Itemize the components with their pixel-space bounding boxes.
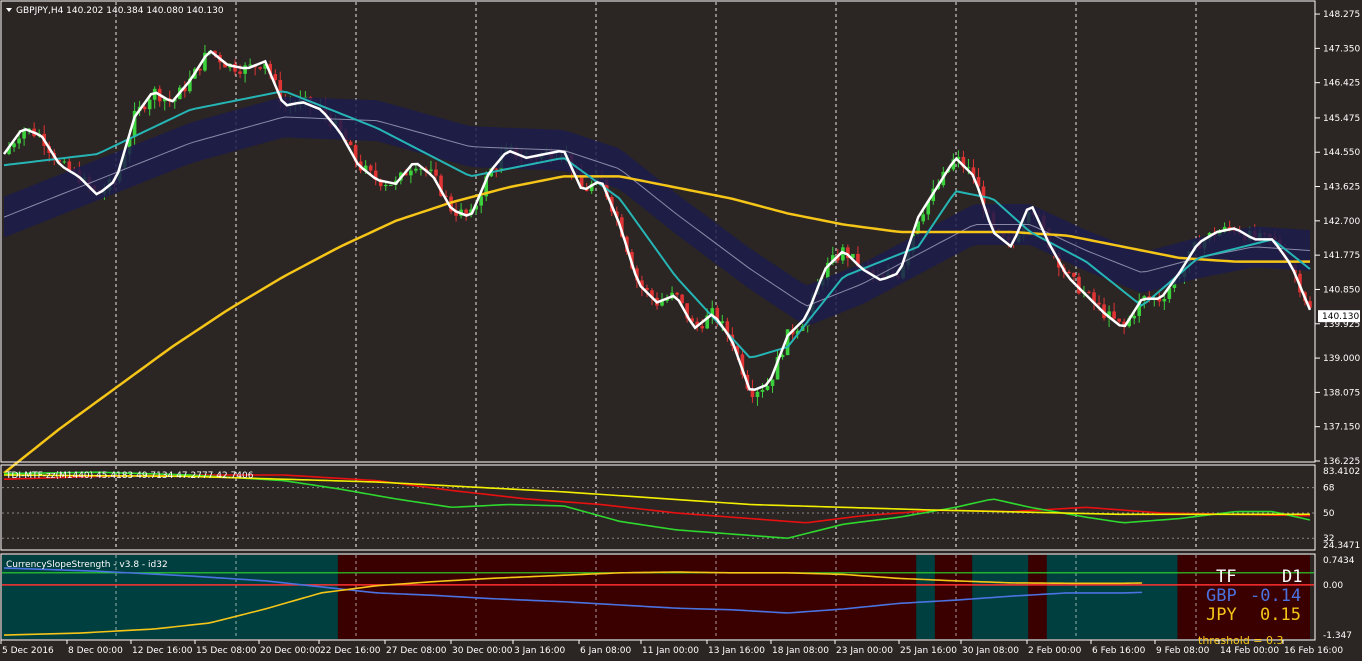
main-ytick-label: 143.625 — [1323, 183, 1360, 193]
css-zone — [1028, 555, 1049, 639]
trading-chart[interactable]: GBPJPY,H4 140.202 140.384 140.080 140.13… — [0, 0, 1362, 661]
current-price-label: 140.130 — [1322, 312, 1359, 322]
candle-body — [700, 326, 705, 329]
tf-value: D1 — [1282, 567, 1302, 587]
candle-body — [765, 385, 770, 390]
candle-body — [248, 64, 252, 66]
candle-body — [434, 169, 438, 176]
candle-body — [414, 168, 418, 171]
candle-body — [1072, 273, 1076, 277]
main-ytick-label: 136.225 — [1323, 457, 1360, 467]
candle-body — [238, 71, 242, 74]
css-title: CurrencySlopeStrength - v3.8 - id32 — [6, 560, 168, 570]
candle-body — [770, 379, 775, 386]
currency-slope-pane[interactable]: CurrencySlopeStrength - v3.8 - id32 0.74… — [0, 553, 1355, 647]
main-ytick-label: 145.475 — [1323, 114, 1360, 124]
candle-body — [1162, 298, 1167, 302]
candle-body — [429, 169, 433, 171]
main-ytick-label: 146.425 — [1323, 79, 1360, 89]
main-ytick-label: 140.850 — [1323, 285, 1360, 295]
tdi-ytick-label: 83.4102 — [1323, 467, 1360, 477]
x-tick-label: 5 Dec 2016 — [2, 646, 54, 656]
gbp-label: GBP — [1206, 586, 1237, 606]
candle-body — [1117, 318, 1121, 322]
main-ytick-label: 137.150 — [1323, 423, 1360, 433]
x-tick-label: 27 Dec 08:00 — [386, 646, 447, 656]
candle-body — [494, 168, 499, 170]
tdi-ytick-label: 24.3471 — [1323, 541, 1360, 551]
jpy-label: JPY — [1206, 605, 1237, 625]
candle-body — [1132, 315, 1136, 319]
main-ytick-label: 138.075 — [1323, 388, 1360, 398]
css-zone — [1046, 555, 1180, 639]
current-price-marker: 140.130 — [1318, 310, 1360, 323]
x-tick-label: 6 Jan 08:00 — [580, 646, 632, 656]
x-tick-label: 11 Jan 00:00 — [642, 646, 699, 656]
x-tick-label: 30 Dec 00:00 — [452, 646, 513, 656]
x-tick-label: 3 Jan 16:00 — [514, 646, 566, 656]
x-tick-label: 16 Feb 16:00 — [1284, 646, 1343, 656]
candle-body — [142, 106, 147, 110]
candle-body — [147, 99, 152, 110]
candle-body — [258, 67, 262, 69]
candle-body — [1067, 271, 1071, 274]
candle-body — [348, 141, 353, 146]
candle-body — [1112, 311, 1116, 319]
candle-body — [17, 138, 21, 144]
x-tick-label: 15 Dec 08:00 — [196, 646, 257, 656]
candle-body — [383, 184, 388, 187]
candle-body — [675, 292, 679, 295]
candle-body — [243, 65, 247, 74]
candle-body — [755, 391, 760, 398]
x-tick-label: 12 Dec 16:00 — [132, 646, 193, 656]
candle-body — [760, 389, 765, 392]
candle-body — [388, 184, 393, 186]
main-ytick-label: 144.550 — [1323, 148, 1360, 158]
css-zone — [337, 555, 919, 639]
tdi-ytick-label: 68 — [1323, 484, 1335, 494]
main-ytick-label: 141.775 — [1323, 251, 1360, 261]
x-tick-label: 30 Jan 08:00 — [962, 646, 1019, 656]
main-ytick-label: 139.000 — [1323, 354, 1360, 364]
candle-body — [409, 170, 413, 176]
candle-body — [1097, 302, 1101, 305]
x-tick-label: 6 Feb 16:00 — [1092, 646, 1146, 656]
candle-body — [62, 161, 67, 163]
x-tick-label: 25 Jan 16:00 — [900, 646, 957, 656]
main-ytick-label: 142.700 — [1323, 217, 1360, 227]
x-tick-label: 20 Dec 00:00 — [260, 646, 321, 656]
candle-body — [368, 165, 373, 171]
x-tick-label: 23 Jan 00:00 — [836, 646, 893, 656]
x-tick-label: 18 Jan 08:00 — [772, 646, 829, 656]
css-zone — [916, 555, 937, 639]
tdi-title: TDI-MTF-zz(M1440) 45.4183 49.7134 47.277… — [5, 471, 254, 481]
x-tick-label: 13 Jan 16:00 — [708, 646, 765, 656]
css-zones — [2, 555, 1310, 639]
x-tick-label: 14 Feb 00:00 — [1220, 646, 1279, 656]
candle-body — [921, 214, 926, 222]
jpy-value: 0.15 — [1260, 605, 1301, 625]
css-ytick-label: -1.347 — [1323, 631, 1352, 641]
tf-label: TF — [1216, 567, 1236, 587]
main-title-text: GBPJPY,H4 140.202 140.384 140.080 140.13… — [16, 6, 224, 16]
main-ytick-label: 148.275 — [1323, 10, 1360, 20]
css-ytick-label: 0.00 — [1323, 581, 1343, 591]
main-ytick-label: 147.350 — [1323, 44, 1360, 54]
gbp-value: -0.14 — [1250, 586, 1301, 606]
candle-body — [1087, 291, 1091, 293]
css-ytick-label: 0.7434 — [1323, 556, 1355, 566]
x-tick-label: 8 Dec 00:00 — [68, 646, 123, 656]
candle-body — [479, 196, 483, 206]
x-tick-label: 9 Feb 08:00 — [1156, 646, 1210, 656]
css-zone — [934, 555, 975, 639]
tdi-ytick-label: 50 — [1323, 509, 1335, 519]
x-tick-label: 2 Feb 00:00 — [1028, 646, 1082, 656]
main-title: GBPJPY,H4 140.202 140.384 140.080 140.13… — [6, 6, 224, 16]
x-tick-label: 22 Dec 16:00 — [320, 646, 381, 656]
